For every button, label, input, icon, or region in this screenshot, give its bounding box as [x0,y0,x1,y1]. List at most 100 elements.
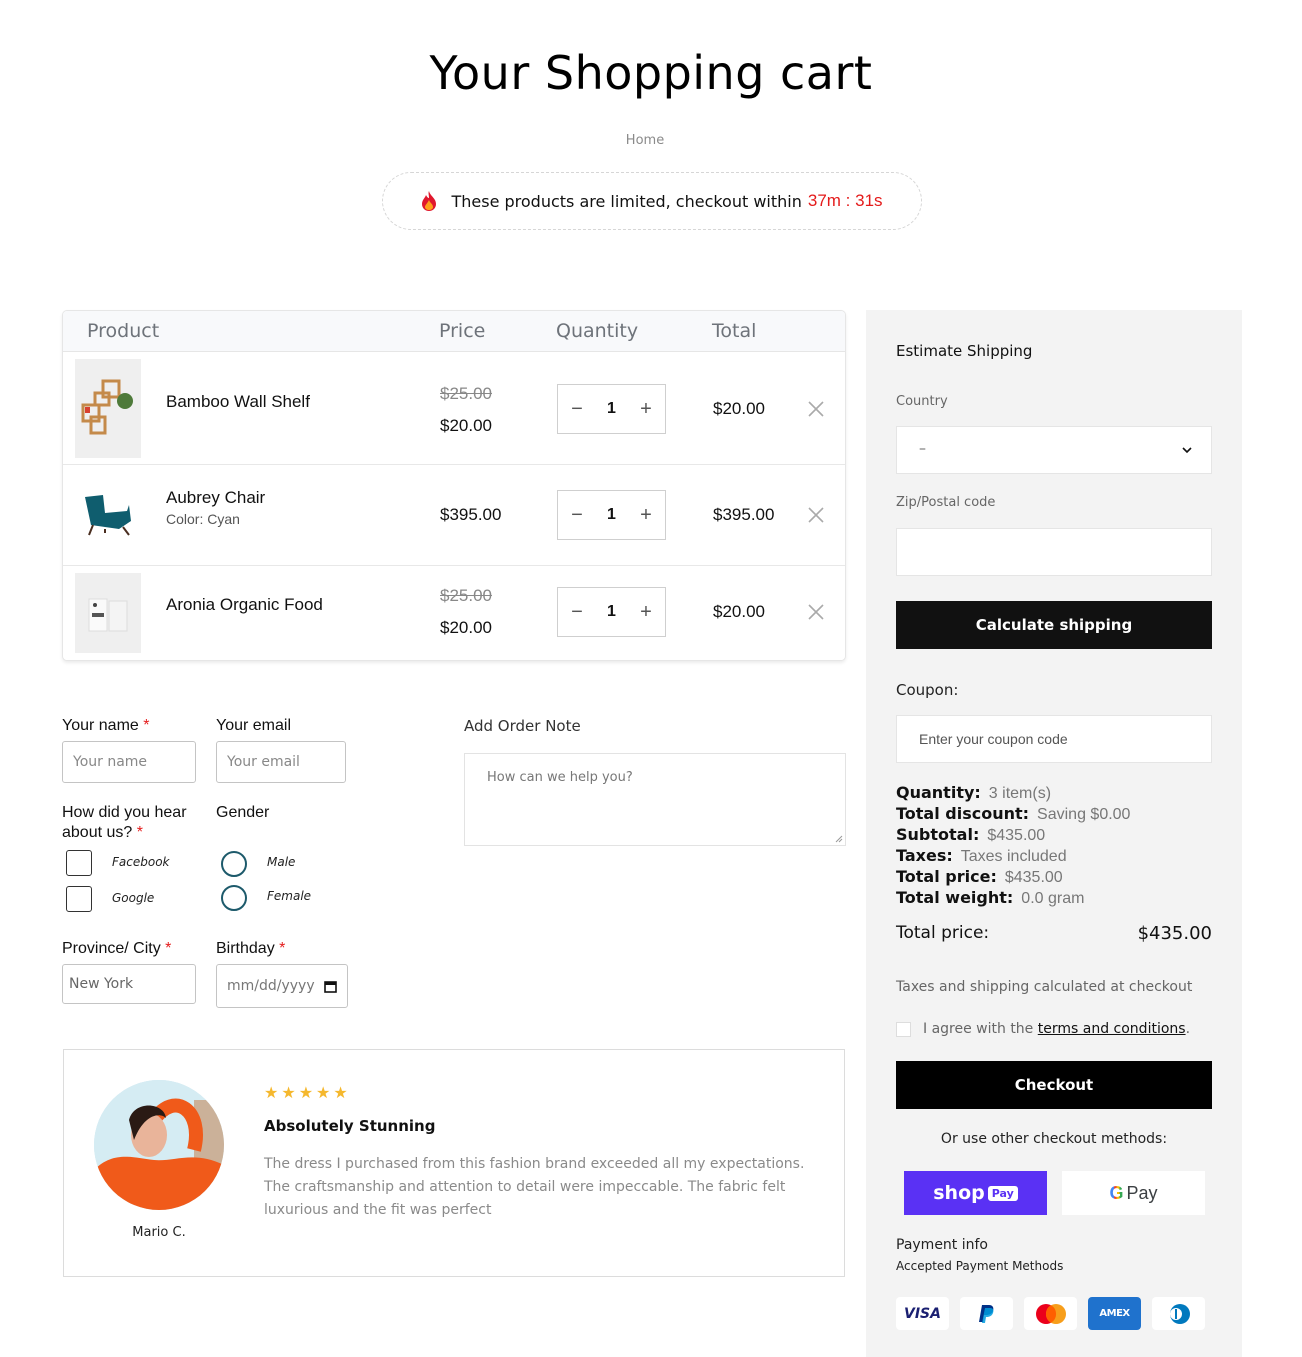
review-card: Mario C. ★ ★ ★ ★ ★ Absolutely Stunning T… [63,1049,845,1277]
remove-item-icon[interactable] [807,603,825,621]
city-input[interactable]: New York [62,964,196,1004]
city-label: Province/ City * [62,940,172,957]
line-total: $395.00 [713,505,775,524]
review-title: Absolutely Stunning [264,1117,436,1135]
product-variant: Color: Cyan [166,511,240,527]
product-image-aronia-organic-food[interactable] [75,573,141,653]
mastercard-icon [1024,1297,1077,1330]
male-option-label: Male [267,855,296,869]
zip-input[interactable] [896,528,1212,576]
remove-item-icon[interactable] [807,506,825,524]
amex-icon: AMEX [1088,1297,1141,1330]
line-total: $20.00 [713,399,765,418]
star-icon: ★ [298,1083,314,1102]
estimate-shipping-title: Estimate Shipping [896,342,1033,360]
summary-discount: Total discount: Saving $0.00 [896,804,1131,823]
google-pay-button[interactable]: G Pay [1062,1171,1205,1215]
hear-about-label: How did you hear about us? * [62,804,187,841]
quantity-stepper: − 1 + [557,587,666,637]
star-icon: ★ [264,1083,279,1102]
resize-grip-icon[interactable] [835,835,843,843]
payment-info-title: Payment info [896,1237,988,1253]
header-total: Total [712,320,757,342]
google-g-icon: G [1109,1182,1124,1203]
cart-table-header: Product Price Quantity Total [63,311,845,352]
limited-timer-banner: These products are limited, checkout wit… [382,172,922,230]
cart-row: Bamboo Wall Shelf $25.00 $20.00 − 1 + $2… [63,352,845,465]
reviewer-avatar [94,1080,224,1210]
timer-message: These products are limited, checkout wit… [451,191,802,211]
increment-button[interactable]: + [637,601,655,624]
line-total: $20.00 [713,602,765,621]
page-title: Your Shopping cart [429,46,873,100]
quantity-value[interactable]: 1 [607,400,616,418]
terms-link[interactable]: terms and conditions [1038,1021,1186,1037]
price-original: $25.00 [440,586,492,605]
country-label: Country [896,394,948,409]
calculate-shipping-button[interactable]: Calculate shipping [896,601,1212,649]
summary-taxes: Taxes: Taxes included [896,846,1067,865]
reviewer-name: Mario C. [132,1225,186,1240]
birthday-input[interactable]: mm/dd/yyyy [216,964,348,1008]
quantity-stepper: − 1 + [557,490,666,540]
summary-subtotal: Subtotal: $435.00 [896,825,1046,844]
timer-countdown: 37m : 31s [807,191,883,210]
star-rating: ★ ★ ★ ★ ★ [264,1083,348,1102]
email-input[interactable]: Your email [216,741,346,783]
tax-note: Taxes and shipping calculated at checkou… [896,979,1193,995]
terms-agreement: I agree with the terms and conditions. [896,1021,1190,1037]
product-name[interactable]: Bamboo Wall Shelf [166,392,310,412]
accepted-methods-label: Accepted Payment Methods [896,1259,1064,1273]
order-note-placeholder: How can we help you? [487,770,633,785]
quantity-value[interactable]: 1 [607,506,616,524]
terms-checkbox[interactable] [896,1021,911,1037]
shop-pay-button[interactable]: shop Pay [904,1171,1047,1215]
checkout-button[interactable]: Checkout [896,1061,1212,1109]
quantity-value[interactable]: 1 [607,603,616,621]
quantity-stepper: − 1 + [557,384,666,434]
summary-total-price: Total price: $435.00 [896,867,1063,886]
agree-text: I agree with the [923,1021,1034,1037]
star-icon: ★ [333,1083,348,1102]
price: $395.00 [440,505,502,524]
grand-total-label: Total price: [896,923,990,943]
female-radio[interactable] [221,885,247,911]
order-note-label: Add Order Note [464,717,581,735]
female-option-label: Female [267,889,312,903]
google-checkbox[interactable] [66,886,92,912]
country-select[interactable]: – [896,426,1212,474]
order-summary-sidebar: Estimate Shipping Country – Zip/Postal c… [866,310,1242,1357]
remove-item-icon[interactable] [807,400,825,418]
order-note-textarea[interactable]: How can we help you? [464,753,846,846]
male-radio[interactable] [221,851,247,877]
product-name[interactable]: Aronia Organic Food [166,595,323,615]
decrement-button[interactable]: − [568,398,586,421]
cart-row: Aubrey Chair Color: Cyan $395.00 − 1 + $… [63,465,845,566]
zip-label: Zip/Postal code [896,495,996,510]
coupon-label: Coupon: [896,681,959,699]
chevron-down-icon [1182,447,1192,454]
gender-label: Gender [216,804,270,821]
payment-cards: VISA AMEX [896,1297,1205,1330]
name-input[interactable]: Your name [62,741,196,783]
product-name[interactable]: Aubrey Chair [166,488,265,508]
increment-button[interactable]: + [637,398,655,421]
calendar-icon[interactable] [324,980,337,993]
visa-icon: VISA [896,1297,949,1330]
product-image-aubrey-chair[interactable] [75,475,141,555]
order-summary-list: Quantity: 3 item(s) Total discount: Saving… [896,783,1130,909]
decrement-button[interactable]: − [568,601,586,624]
breadcrumb-home[interactable]: Home [0,133,1290,148]
header-product: Product [87,320,160,342]
increment-button[interactable]: + [637,504,655,527]
facebook-option-label: Facebook [112,855,170,869]
decrement-button[interactable]: − [568,504,586,527]
name-label: Your name * [62,717,150,734]
birthday-placeholder: mm/dd/yyyy [227,978,315,994]
header-quantity: Quantity [556,320,639,342]
product-image-bamboo-wall-shelf[interactable] [75,359,141,458]
star-icon: ★ [316,1083,331,1102]
cart-row: Aronia Organic Food $25.00 $20.00 − 1 + … [63,566,845,660]
facebook-checkbox[interactable] [66,850,92,876]
coupon-input[interactable]: Enter your coupon code [896,715,1212,763]
